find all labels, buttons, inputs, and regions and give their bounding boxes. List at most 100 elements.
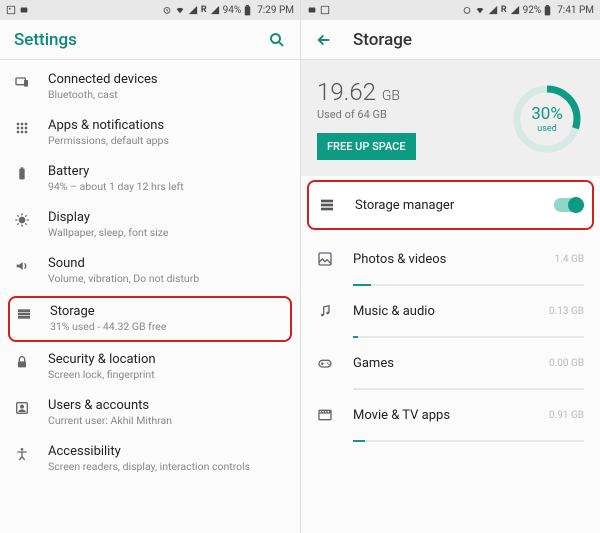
settings-row-lock[interactable]: Security & location Screen lock, fingerpr… (0, 344, 300, 390)
status-bar: R 94% 7:29 PM (0, 0, 300, 20)
row-title: Security & location (48, 352, 280, 367)
row-subtitle: Screen lock, fingerprint (48, 369, 280, 382)
category-bar (353, 388, 584, 390)
clock-time: 7:41 PM (557, 5, 594, 16)
signal-icon (188, 5, 198, 15)
roaming-indicator: R (501, 5, 507, 15)
signal-icon-2 (510, 5, 520, 15)
battery-pct: 92% (523, 5, 542, 16)
notification-icon (307, 5, 317, 15)
used-of-total: Used of 64 GB (317, 108, 500, 121)
storage-summary: 19.62 GB Used of 64 GB FREE UP SPACE 30%… (301, 60, 600, 176)
row-title: Display (48, 210, 280, 225)
category-row-photos[interactable]: Photos & videos 1.4 GB (301, 234, 600, 284)
category-bar (353, 336, 584, 338)
sound-icon (14, 256, 48, 274)
category-value: 0.91 GB (549, 410, 584, 421)
row-subtitle: Bluetooth, cast (48, 89, 280, 102)
wifi-icon (175, 5, 185, 15)
usage-percent: 30% (531, 104, 563, 124)
category-label: Movie & TV apps (353, 408, 543, 423)
status-bar: R 92% 7:41 PM (301, 0, 600, 20)
category-list: Photos & videos 1.4 GB Music & audio 0.13 G… (301, 234, 600, 442)
row-subtitle: 94% – about 1 day 12 hrs left (48, 181, 280, 194)
category-label: Music & audio (353, 304, 543, 319)
lock-icon (14, 352, 48, 370)
row-title: Connected devices (48, 72, 280, 87)
header: Settings (0, 20, 300, 60)
alarm-icon (162, 5, 172, 15)
used-unit: GB (382, 88, 400, 104)
settings-pane: R 94% 7:29 PM Settings Connected devices… (0, 0, 300, 533)
free-up-space-button[interactable]: FREE UP SPACE (317, 133, 416, 160)
row-title: Battery (48, 164, 280, 179)
category-value: 1.4 GB (555, 254, 584, 265)
category-label: Games (353, 356, 543, 371)
row-subtitle: Volume, vibration, Do not disturb (48, 273, 280, 286)
category-value: 0.00 GB (549, 358, 584, 369)
settings-row-storage[interactable]: Storage 31% used - 44.32 GB free (8, 296, 292, 342)
alarm-icon (462, 5, 472, 15)
row-subtitle: Permissions, default apps (48, 135, 280, 148)
used-amount: 19.62 GB (317, 78, 500, 106)
storage-manager-label: Storage manager (355, 198, 554, 213)
devices-icon (14, 72, 48, 90)
battery-icon (244, 5, 254, 15)
games-icon (317, 355, 353, 371)
category-value: 0.13 GB (549, 306, 584, 317)
row-title: Users & accounts (48, 398, 280, 413)
row-subtitle: Wallpaper, sleep, font size (48, 227, 280, 240)
used-value: 19.62 (317, 78, 376, 106)
search-button[interactable] (268, 31, 286, 49)
settings-row-battery[interactable]: Battery 94% – about 1 day 12 hrs left (0, 156, 300, 202)
category-row-music[interactable]: Music & audio 0.13 GB (301, 286, 600, 336)
row-subtitle: Current user: Akhil Mithran (48, 415, 280, 428)
signal-icon (488, 5, 498, 15)
row-subtitle: 31% used - 44.32 GB free (50, 321, 278, 334)
storage-icon (319, 197, 355, 213)
storage-manager-row[interactable]: Storage manager (307, 180, 594, 230)
row-title: Storage (50, 304, 278, 319)
category-row-games[interactable]: Games 0.00 GB (301, 338, 600, 388)
row-title: Apps & notifications (48, 118, 280, 133)
settings-row-devices[interactable]: Connected devices Bluetooth, cast (0, 64, 300, 110)
settings-row-sound[interactable]: Sound Volume, vibration, Do not disturb (0, 248, 300, 294)
usage-donut: 30% used (510, 82, 584, 156)
back-button[interactable] (315, 31, 333, 49)
page-title: Settings (14, 30, 268, 50)
settings-row-display[interactable]: Display Wallpaper, sleep, font size (0, 202, 300, 248)
settings-row-apps[interactable]: Apps & notifications Permissions, default… (0, 110, 300, 156)
photos-icon (317, 251, 353, 267)
roaming-indicator: R (201, 5, 207, 15)
storage-pane: R 92% 7:41 PM Storage 19.62 GB Used of 6… (300, 0, 600, 533)
settings-row-accessibility[interactable]: Accessibility Screen readers, display, in… (0, 436, 300, 482)
accessibility-icon (14, 444, 48, 462)
storage-manager-toggle[interactable] (554, 198, 582, 212)
header: Storage (301, 20, 600, 60)
signal-icon-2 (210, 5, 220, 15)
row-title: Accessibility (48, 444, 280, 459)
battery-pct: 94% (223, 5, 242, 16)
apps-icon (14, 118, 48, 136)
clock-time: 7:29 PM (257, 5, 294, 16)
movies-icon (317, 407, 353, 423)
row-subtitle: Screen readers, display, interaction con… (48, 461, 280, 474)
usage-percent-label: used (537, 124, 556, 134)
category-label: Photos & videos (353, 252, 549, 267)
battery-icon (544, 5, 554, 15)
music-icon (317, 303, 353, 319)
storage-icon (16, 304, 50, 322)
image-icon (320, 5, 330, 15)
image-icon (6, 5, 16, 15)
category-bar (353, 440, 584, 442)
settings-row-user[interactable]: Users & accounts Current user: Akhil Mith… (0, 390, 300, 436)
category-row-movies[interactable]: Movie & TV apps 0.91 GB (301, 390, 600, 440)
battery-icon (14, 164, 48, 182)
wifi-icon (475, 5, 485, 15)
user-icon (14, 398, 48, 416)
display-icon (14, 210, 48, 228)
row-title: Sound (48, 256, 280, 271)
category-bar (353, 284, 584, 286)
settings-list: Connected devices Bluetooth, cast Apps & n… (0, 60, 300, 482)
notification-icon (19, 5, 29, 15)
